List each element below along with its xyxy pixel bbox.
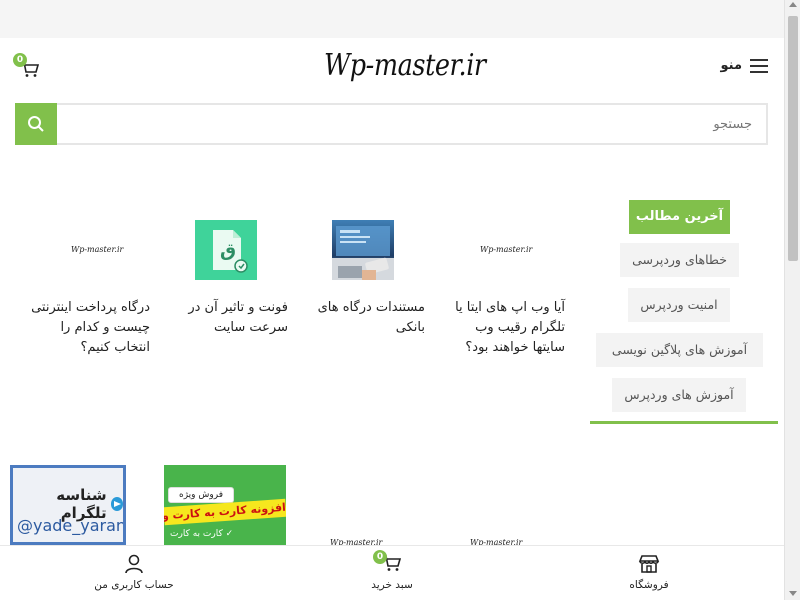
- scroll-up-arrow-icon[interactable]: [789, 2, 797, 7]
- search-input[interactable]: [57, 105, 766, 143]
- post-thumbnail[interactable]: Wp-master.ir: [65, 220, 127, 280]
- site-logo[interactable]: Wp-master.ir: [324, 48, 486, 83]
- telegram-icon: [110, 497, 123, 511]
- post-item[interactable]: Wp-master.ir آیا وب اپ های ایتا یا تلگرا…: [440, 210, 565, 355]
- user-icon: [125, 554, 143, 574]
- wp-master-logo-thumb: Wp-master.ir: [480, 245, 533, 254]
- post-item[interactable]: Wp-master.ir درگاه پرداخت اینترنتی چیست …: [25, 210, 150, 355]
- post-thumbnail[interactable]: Wp-master.ir: [480, 220, 542, 280]
- scroll-down-arrow-icon[interactable]: [789, 591, 797, 596]
- category-wp-security[interactable]: امنیت وردپرس: [628, 288, 730, 322]
- header-cart-button[interactable]: 0: [13, 53, 42, 82]
- product-telegram-id[interactable]: شناسه تلگرام @yade_yaran: [10, 465, 126, 545]
- tab-my-account[interactable]: حساب کاربری من: [74, 546, 194, 600]
- site-header: 0 Wp-master.ir منو: [0, 38, 784, 100]
- product-woo-card-to-card[interactable]: فروش ویژه افزونه کارت به کارت ووکامرس ✓ …: [164, 465, 286, 545]
- bottom-navigation: حساب کاربری من سبد خرید فروشگاه: [0, 545, 784, 600]
- telegram-handle: @yade_yaran: [17, 516, 126, 535]
- post-title[interactable]: آیا وب اپ های ایتا یا تلگرام رقیب وب سای…: [440, 298, 565, 358]
- tab-shop[interactable]: فروشگاه: [589, 546, 709, 600]
- svg-text:ق: ق: [220, 240, 236, 261]
- search-icon: [28, 116, 44, 132]
- page-scrollbar[interactable]: [784, 0, 800, 600]
- sale-badge: فروش ویژه: [168, 487, 234, 503]
- search-button[interactable]: [15, 103, 57, 145]
- product-banner-subtext: ✓ کارت به کارت: [170, 529, 234, 539]
- post-title[interactable]: فونت و تاثیر آن در سرعت سایت: [163, 298, 288, 338]
- banking-card-laptop-image: [332, 226, 394, 280]
- post-item[interactable]: مستندات درگاه های بانکی: [300, 210, 425, 350]
- latest-posts-heading[interactable]: آخرین مطالب: [629, 200, 730, 234]
- category-wp-errors[interactable]: خطاهای وردپرسی: [620, 243, 739, 277]
- menu-label: منو: [720, 58, 742, 73]
- tab-my-account-label: حساب کاربری من: [94, 579, 174, 591]
- cart-count-badge: 0: [13, 53, 27, 67]
- tab-cart-label: سبد خرید: [371, 579, 413, 591]
- widget-divider: [590, 421, 778, 424]
- post-thumbnail[interactable]: [332, 220, 394, 280]
- font-file-icon: ق: [213, 230, 248, 273]
- menu-button[interactable]: منو: [720, 58, 768, 73]
- tab-shop-label: فروشگاه: [629, 579, 669, 591]
- post-item[interactable]: ق فونت و تاثیر آن در سرعت سایت: [163, 210, 288, 350]
- scrollbar-thumb[interactable]: [788, 16, 798, 261]
- hamburger-icon: [750, 58, 768, 73]
- store-icon: [638, 555, 660, 573]
- category-wp-tutorials[interactable]: آموزش های وردپرس: [612, 378, 746, 412]
- top-strip: [0, 0, 784, 38]
- wp-master-logo-thumb: Wp-master.ir: [71, 245, 124, 254]
- post-title[interactable]: مستندات درگاه های بانکی: [300, 298, 425, 338]
- post-thumbnail[interactable]: ق: [195, 220, 257, 280]
- cart-count-badge: 0: [373, 550, 387, 564]
- tab-cart[interactable]: سبد خرید: [332, 546, 452, 600]
- post-title[interactable]: درگاه پرداخت اینترنتی چیست و کدام را انت…: [25, 298, 150, 358]
- search-bar: [15, 103, 768, 145]
- category-plugin-dev[interactable]: آموزش های پلاگین نویسی: [596, 333, 763, 367]
